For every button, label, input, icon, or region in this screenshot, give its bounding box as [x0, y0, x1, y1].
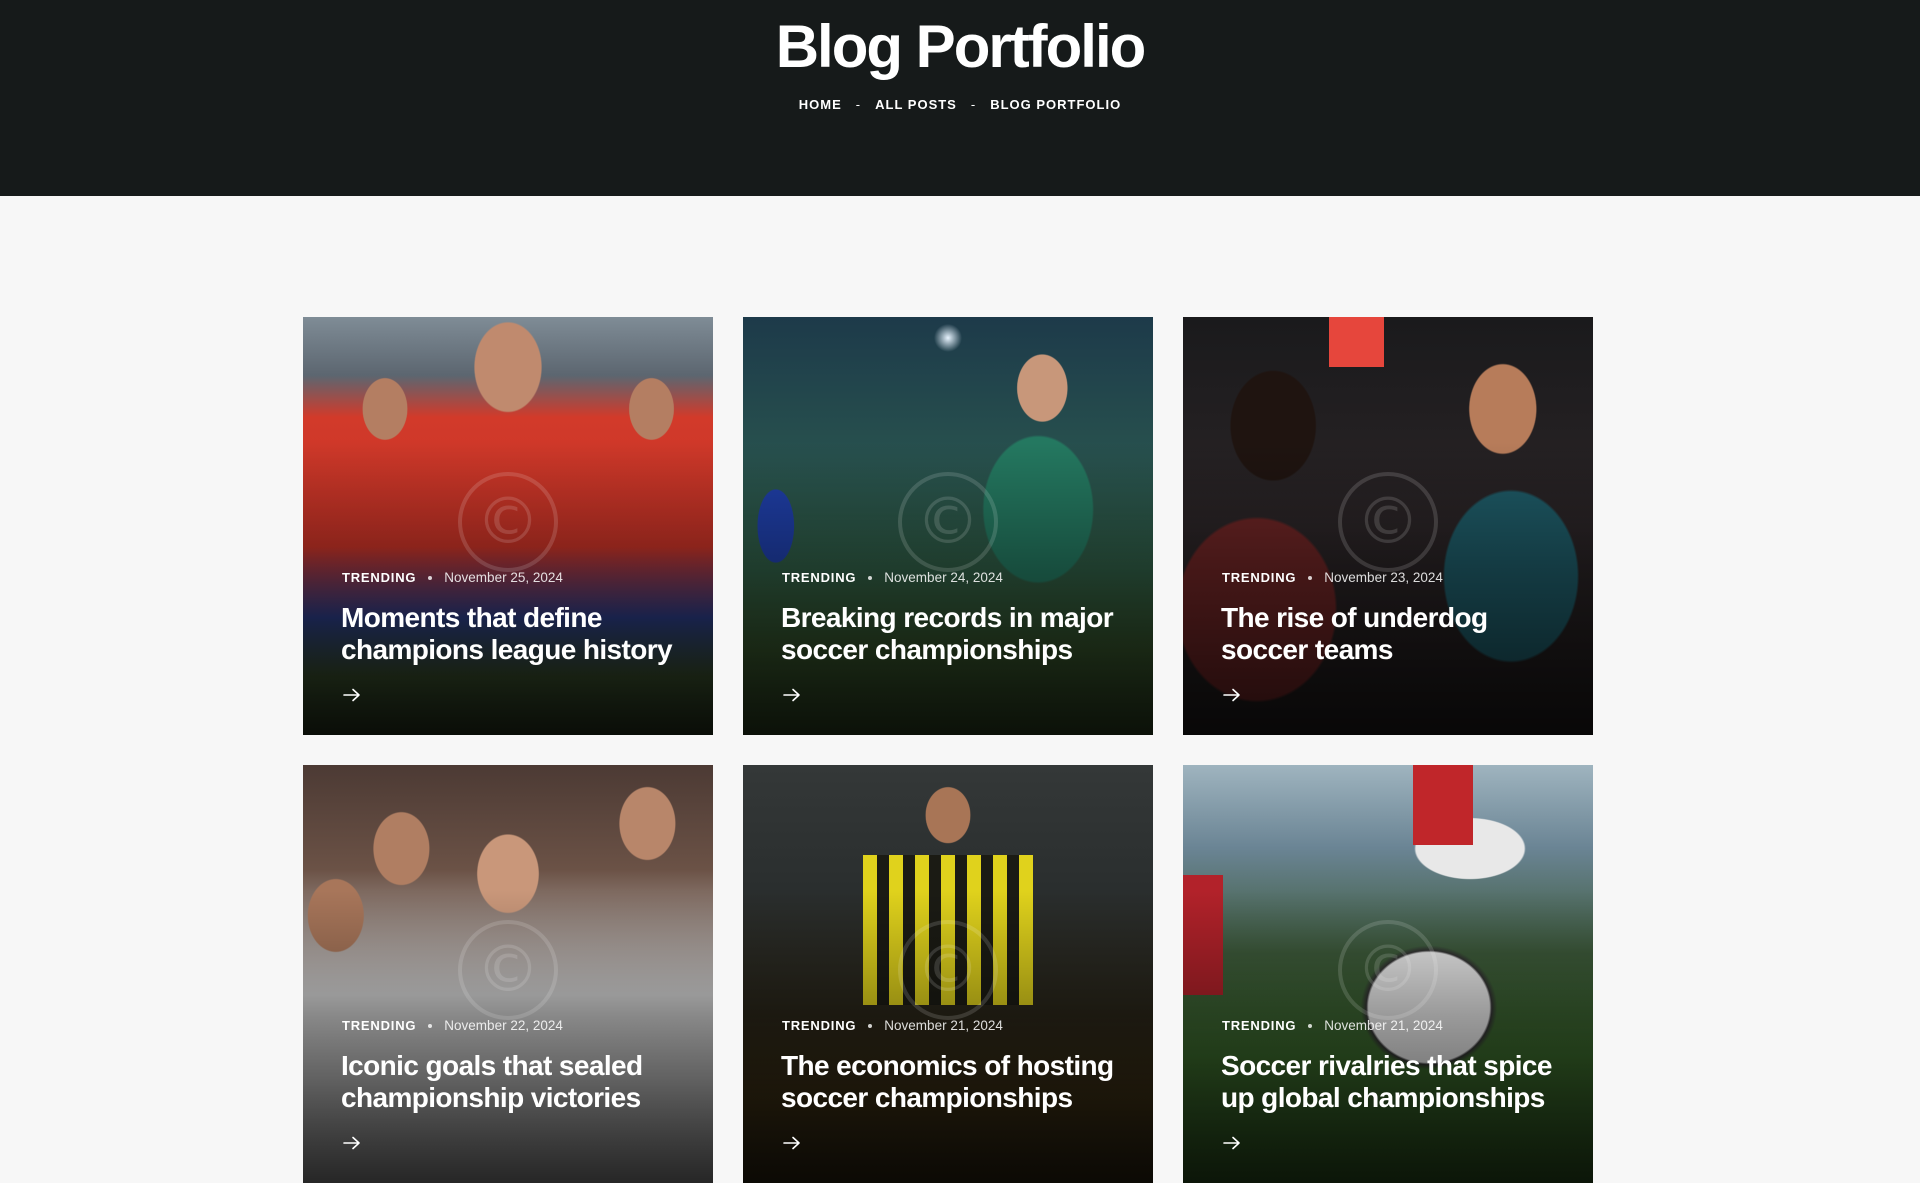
meta-dot: [1308, 1023, 1313, 1028]
copyright-watermark-icon: ©: [898, 920, 998, 1020]
post-date: November 23, 2024: [1324, 570, 1443, 585]
post-title[interactable]: Moments that define champions league his…: [341, 602, 681, 666]
arrow-right-icon[interactable]: [782, 1135, 802, 1151]
post-meta: TRENDING November 21, 2024: [1222, 1018, 1443, 1033]
post-category[interactable]: TRENDING: [342, 1018, 416, 1033]
post-title[interactable]: Iconic goals that sealed championship vi…: [341, 1050, 681, 1114]
arrow-right-icon[interactable]: [1222, 687, 1242, 703]
breadcrumb-current: BLOG PORTFOLIO: [990, 97, 1122, 112]
arrow-right-icon[interactable]: [342, 1135, 362, 1151]
page-header: Blog Portfolio HOME - ALL POSTS - BLOG P…: [0, 0, 1920, 196]
post-category[interactable]: TRENDING: [782, 1018, 856, 1033]
breadcrumb-separator: -: [855, 97, 862, 112]
copyright-watermark-icon: ©: [898, 472, 998, 572]
post-card[interactable]: © TRENDING November 22, 2024 Iconic goal…: [303, 765, 713, 1183]
post-date: November 21, 2024: [884, 1018, 1003, 1033]
post-meta: TRENDING November 22, 2024: [342, 1018, 563, 1033]
post-grid: © TRENDING November 25, 2024 Moments tha…: [303, 317, 1593, 1183]
post-card[interactable]: © TRENDING November 21, 2024 The economi…: [743, 765, 1153, 1183]
copyright-watermark-icon: ©: [1338, 920, 1438, 1020]
meta-dot: [868, 1023, 873, 1028]
meta-dot: [428, 575, 433, 580]
page-title: Blog Portfolio: [775, 13, 1147, 80]
post-category[interactable]: TRENDING: [1222, 1018, 1296, 1033]
post-category[interactable]: TRENDING: [342, 570, 416, 585]
arrow-right-icon[interactable]: [342, 687, 362, 703]
breadcrumb-home[interactable]: HOME: [799, 97, 842, 112]
post-card[interactable]: © TRENDING November 24, 2024 Breaking re…: [743, 317, 1153, 735]
breadcrumb-separator: -: [970, 97, 977, 112]
post-date: November 24, 2024: [884, 570, 1003, 585]
copyright-watermark-icon: ©: [458, 472, 558, 572]
post-card[interactable]: © TRENDING November 21, 2024 Soccer riva…: [1183, 765, 1593, 1183]
arrow-right-icon[interactable]: [782, 687, 802, 703]
meta-dot: [428, 1023, 433, 1028]
post-title[interactable]: Soccer rivalries that spice up global ch…: [1221, 1050, 1561, 1114]
arrow-right-icon[interactable]: [1222, 1135, 1242, 1151]
copyright-watermark-icon: ©: [1338, 472, 1438, 572]
post-meta: TRENDING November 21, 2024: [782, 1018, 1003, 1033]
post-title[interactable]: Breaking records in major soccer champio…: [781, 602, 1121, 666]
post-title[interactable]: The rise of underdog soccer teams: [1221, 602, 1561, 666]
meta-dot: [868, 575, 873, 580]
post-card[interactable]: © TRENDING November 25, 2024 Moments tha…: [303, 317, 713, 735]
post-date: November 25, 2024: [444, 570, 563, 585]
post-meta: TRENDING November 24, 2024: [782, 570, 1003, 585]
post-category[interactable]: TRENDING: [782, 570, 856, 585]
post-date: November 21, 2024: [1324, 1018, 1443, 1033]
breadcrumb: HOME - ALL POSTS - BLOG PORTFOLIO: [0, 97, 1920, 112]
post-title[interactable]: The economics of hosting soccer champion…: [781, 1050, 1121, 1114]
post-card[interactable]: © TRENDING November 23, 2024 The rise of…: [1183, 317, 1593, 735]
post-date: November 22, 2024: [444, 1018, 563, 1033]
breadcrumb-all-posts[interactable]: ALL POSTS: [875, 97, 957, 112]
post-meta: TRENDING November 25, 2024: [342, 570, 563, 585]
meta-dot: [1308, 575, 1313, 580]
post-meta: TRENDING November 23, 2024: [1222, 570, 1443, 585]
post-category[interactable]: TRENDING: [1222, 570, 1296, 585]
copyright-watermark-icon: ©: [458, 920, 558, 1020]
